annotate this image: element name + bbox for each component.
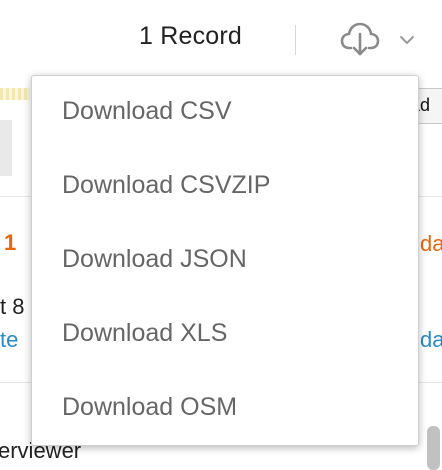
background-input-edge <box>0 120 12 176</box>
background-row-link[interactable]: te <box>0 327 18 353</box>
menu-item-download-json[interactable]: Download JSON <box>32 224 418 298</box>
chevron-down-icon[interactable] <box>398 34 416 46</box>
background-row-text: t 8 <box>0 294 25 319</box>
toolbar: 1 Record <box>0 0 442 76</box>
record-count: 1 Record <box>139 22 243 50</box>
background-highlight-strip <box>0 88 30 100</box>
scrollbar-thumb[interactable] <box>427 426 440 470</box>
background-row-number: 1 <box>4 230 17 255</box>
background-row-link[interactable]: da <box>420 327 442 353</box>
menu-item-download-osm[interactable]: Download OSM <box>32 372 418 446</box>
menu-item-download-xls[interactable]: Download XLS <box>32 298 418 372</box>
menu-item-download-csvzip[interactable]: Download CSVZIP <box>32 150 418 224</box>
toolbar-divider <box>295 25 296 55</box>
cloud-download-icon[interactable] <box>340 20 380 58</box>
background-row-link[interactable]: da <box>420 231 442 257</box>
menu-item-download-csv[interactable]: Download CSV <box>32 76 418 150</box>
download-menu: Download CSV Download CSVZIP Download JS… <box>31 75 419 446</box>
